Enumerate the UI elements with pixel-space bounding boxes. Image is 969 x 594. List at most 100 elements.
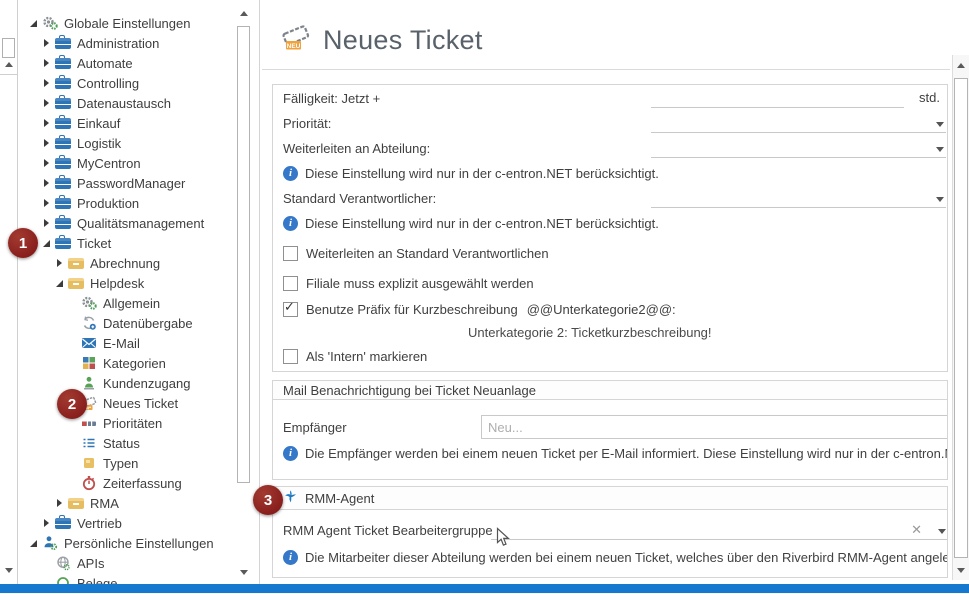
chevron-right-icon[interactable] [41, 76, 53, 90]
chevron-right-icon[interactable] [41, 96, 53, 110]
praefix-checkbox[interactable] [283, 302, 298, 317]
tree-scrollbar-thumb[interactable] [237, 26, 250, 483]
sidebar-item-typen[interactable]: Typen [18, 453, 236, 473]
tree-label: APIs [77, 556, 104, 571]
standard-verantwortlicher-dropdown[interactable] [651, 189, 946, 208]
mail-section-header: Mail Benachrichtigung bei Ticket Neuanla… [273, 381, 947, 400]
triangle-up-icon [957, 63, 965, 68]
tree-scrollbar[interactable] [236, 4, 251, 582]
sidebar-item-neues-ticket[interactable]: Neues Ticket [18, 393, 236, 413]
tree-label: Produktion [77, 196, 139, 211]
sidebar-item-produktion[interactable]: Produktion [18, 193, 236, 213]
tree-label: Datenaustausch [77, 96, 171, 111]
sidebar-item-administration[interactable]: Administration [18, 33, 236, 53]
categories-grid-icon [81, 355, 97, 371]
triangle-up-icon [240, 11, 248, 16]
rmm-field-label: RMM Agent Ticket Bearbeitergruppe [283, 523, 493, 538]
empfaenger-input[interactable] [481, 415, 948, 439]
callout-badge-2: 2 [57, 389, 87, 419]
briefcase-icon [55, 235, 71, 251]
weiterleiten-checkbox[interactable] [283, 246, 298, 261]
main-scroll-down-button[interactable] [953, 563, 968, 578]
tree-indent-spacer [67, 436, 79, 450]
rmm-section-header: RMM-Agent [273, 487, 947, 510]
chevron-right-icon[interactable] [41, 516, 53, 530]
tree-label: Kundenzugang [103, 376, 190, 391]
sidebar-item-logistik[interactable]: Logistik [18, 133, 236, 153]
left-scroll-down-button[interactable] [1, 563, 16, 578]
briefcase-icon [55, 515, 71, 531]
chevron-expanded-icon[interactable] [28, 16, 40, 30]
gears-icon [81, 295, 97, 311]
sidebar-item-allgemein[interactable]: Allgemein [18, 293, 236, 313]
mail-info-row: Die Empfänger werden bei einem neuen Tic… [273, 443, 947, 463]
main-scrollbar-thumb[interactable] [954, 78, 968, 558]
prioritaet-dropdown[interactable] [651, 114, 946, 133]
faelligkeit-row: Fälligkeit: Jetzt + std. [273, 88, 947, 108]
chevron-expanded-icon[interactable] [28, 536, 40, 550]
clear-icon[interactable]: ✕ [911, 522, 922, 538]
chevron-right-icon[interactable] [54, 496, 66, 510]
intern-checkbox[interactable] [283, 349, 298, 364]
divider [0, 74, 17, 75]
sidebar-item-zeiterfassung[interactable]: Zeiterfassung [18, 473, 236, 493]
ticket-neu-icon: NEU [280, 21, 314, 60]
chevron-right-icon[interactable] [41, 156, 53, 170]
chevron-right-icon[interactable] [54, 256, 66, 270]
sidebar-item-helpdesk[interactable]: Helpdesk [18, 273, 236, 293]
neu-badge-text: NEU [287, 42, 301, 49]
main-scroll-up-button[interactable] [953, 58, 968, 73]
tree-scroll-down-button[interactable] [236, 565, 251, 580]
tree-label: Helpdesk [90, 276, 144, 291]
tree-scroll-up-button[interactable] [236, 6, 251, 21]
rmm-bearbeitergruppe-dropdown[interactable]: ✕ [491, 521, 948, 540]
left-scrollbar-thumb[interactable] [2, 38, 15, 58]
chevron-expanded-icon[interactable] [54, 276, 66, 290]
left-scroll-up-button[interactable] [1, 57, 16, 72]
info-text: Diese Einstellung wird nur in der c-entr… [305, 216, 659, 231]
sidebar-item-datenuebergabe[interactable]: Datenübergabe [18, 313, 236, 333]
sidebar-item-controlling[interactable]: Controlling [18, 73, 236, 93]
tree-indent-spacer [67, 476, 79, 490]
chevron-right-icon[interactable] [41, 176, 53, 190]
square-icon [81, 455, 97, 471]
chevron-right-icon[interactable] [41, 196, 53, 210]
gears-icon [42, 15, 58, 31]
praefix-value[interactable]: @@Unterkategorie2@@: [527, 302, 676, 317]
chevron-expanded-icon[interactable] [41, 236, 53, 250]
chevron-right-icon[interactable] [41, 136, 53, 150]
faelligkeit-input[interactable] [651, 89, 904, 108]
chevron-right-icon[interactable] [41, 36, 53, 50]
sidebar-item-e-mail[interactable]: E-Mail [18, 333, 236, 353]
sidebar-item-globale-einstellungen[interactable]: Globale Einstellungen [18, 13, 236, 33]
sidebar-item-qualitaetsmanagement[interactable]: Qualitätsmanagement [18, 213, 236, 233]
tree-label: Neues Ticket [103, 396, 178, 411]
drawer-icon [68, 275, 84, 291]
sidebar-item-rma[interactable]: RMA [18, 493, 236, 513]
sidebar-item-ticket[interactable]: Ticket [18, 233, 236, 253]
main-scrollbar[interactable] [952, 55, 969, 580]
sidebar-item-prioritaeten[interactable]: Prioritäten [18, 413, 236, 433]
chevron-right-icon[interactable] [41, 56, 53, 70]
sidebar-item-status[interactable]: Status [18, 433, 236, 453]
info-icon [283, 216, 298, 231]
sidebar-item-kundenzugang[interactable]: Kundenzugang [18, 373, 236, 393]
weiterleiten-abteilung-dropdown[interactable] [651, 139, 946, 158]
sidebar-item-automate[interactable]: Automate [18, 53, 236, 73]
sidebar-item-apis[interactable]: APIs [18, 553, 236, 573]
sidebar-item-abrechnung[interactable]: Abrechnung [18, 253, 236, 273]
sidebar-item-einkauf[interactable]: Einkauf [18, 113, 236, 133]
briefcase-icon [55, 95, 71, 111]
filiale-checkbox[interactable] [283, 276, 298, 291]
sidebar-item-vertrieb[interactable]: Vertrieb [18, 513, 236, 533]
sidebar-item-mycentron[interactable]: MyCentron [18, 153, 236, 173]
chevron-right-icon[interactable] [41, 216, 53, 230]
tree-label: Status [103, 436, 140, 451]
briefcase-icon [55, 115, 71, 131]
chevron-right-icon[interactable] [41, 116, 53, 130]
sidebar-item-passwordmanager[interactable]: PasswordManager [18, 173, 236, 193]
tree-label: Globale Einstellungen [64, 16, 190, 31]
sidebar-item-kategorien[interactable]: Kategorien [18, 353, 236, 373]
sidebar-item-datenaustausch[interactable]: Datenaustausch [18, 93, 236, 113]
sidebar-item-persoenliche-einstellungen[interactable]: Persönliche Einstellungen [18, 533, 236, 553]
